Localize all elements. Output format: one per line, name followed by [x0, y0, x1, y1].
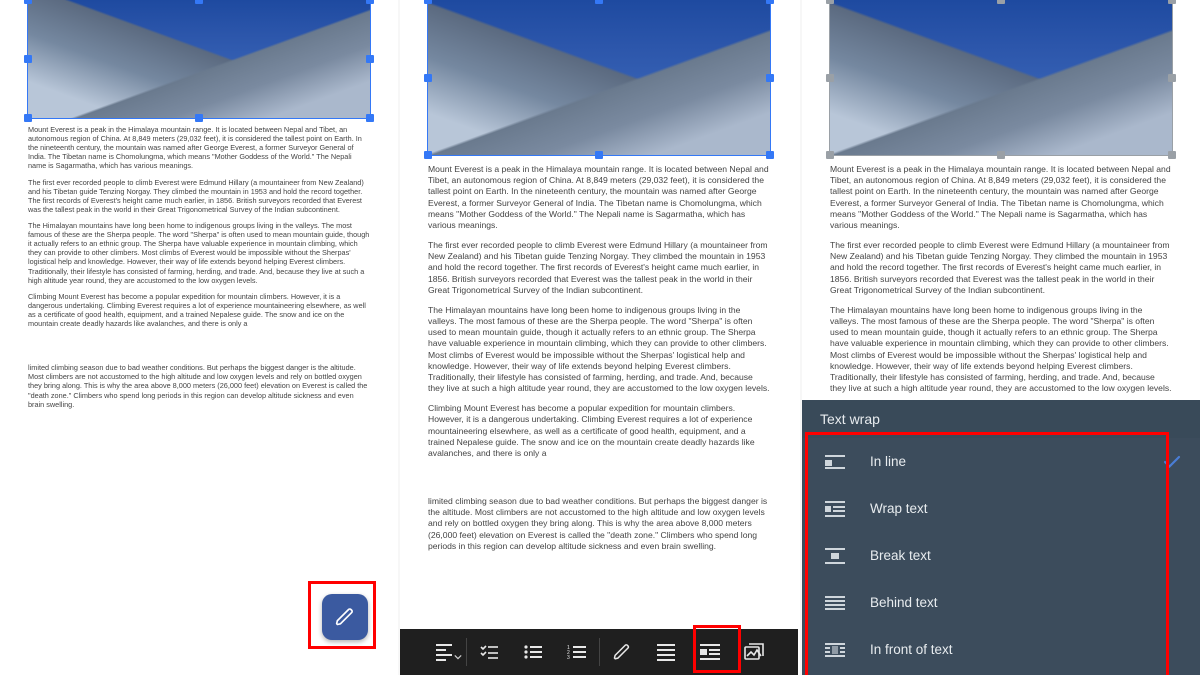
front-icon: [824, 643, 846, 657]
doc-image-mountain[interactable]: [830, 0, 1172, 155]
stacked-image-icon: [744, 643, 764, 661]
numbered-list-icon: 1 2 3: [567, 645, 587, 659]
numbered-list-button[interactable]: 1 2 3: [555, 629, 599, 675]
edit-fab[interactable]: [322, 594, 368, 640]
doc-paragraph: limited climbing season due to bad weath…: [28, 363, 370, 409]
doc-image-mountain[interactable]: [428, 0, 770, 155]
doc-paragraph: Climbing Mount Everest has become a popu…: [428, 403, 770, 459]
doc-paragraph: Mount Everest is a peak in the Himalaya …: [830, 164, 1172, 231]
doc-paragraph: The Himalayan mountains have long been h…: [830, 305, 1172, 394]
doc-paragraph: The first ever recorded people to climb …: [28, 178, 370, 214]
checklist-icon: [480, 645, 498, 659]
check-icon: [1162, 455, 1182, 469]
pencil-icon: [335, 607, 355, 627]
checklist-button[interactable]: [467, 629, 511, 675]
bullet-list-icon: [524, 645, 542, 659]
doc-paragraph: The Himalayan mountains have long been h…: [428, 305, 770, 394]
doc-image-mountain[interactable]: [28, 0, 370, 118]
line-spacing-button[interactable]: [644, 629, 688, 675]
behind-icon: [824, 596, 846, 610]
doc-paragraph: The first ever recorded people to climb …: [428, 240, 770, 296]
pencil-icon: [613, 643, 631, 661]
text-wrap-option-front[interactable]: In front of text: [802, 626, 1200, 673]
format-toolbar: 1 2 3: [400, 629, 798, 675]
text-wrap-option-inline[interactable]: In line: [802, 438, 1200, 485]
doc-paragraph: Climbing Mount Everest has become a popu…: [28, 292, 370, 328]
ink-button[interactable]: [600, 629, 644, 675]
text-wrap-option-behind[interactable]: Behind text: [802, 579, 1200, 626]
doc-paragraph: The Himalayan mountains have long been h…: [28, 221, 370, 285]
bulleted-list-button[interactable]: [511, 629, 555, 675]
text-wrap-option-break[interactable]: Break text: [802, 532, 1200, 579]
option-label: Break text: [870, 548, 1138, 563]
svg-text:3: 3: [567, 655, 570, 659]
doc-paragraph: Mount Everest is a peak in the Himalaya …: [28, 125, 370, 171]
option-label: In line: [870, 454, 1138, 469]
text-wrap-panel: Text wrap In line: [802, 400, 1200, 675]
chevron-down-icon: [454, 653, 462, 661]
option-label: In front of text: [870, 642, 1138, 657]
option-label: Wrap text: [870, 501, 1138, 516]
image-options-button[interactable]: [732, 629, 776, 675]
text-wrap-icon: [700, 644, 720, 660]
doc-paragraph: The first ever recorded people to climb …: [830, 240, 1172, 296]
option-label: Behind text: [870, 595, 1138, 610]
doc-paragraph: Mount Everest is a peak in the Himalaya …: [428, 164, 770, 231]
panel-title: Text wrap: [802, 400, 1200, 438]
doc-paragraph: limited climbing season due to bad weath…: [428, 496, 770, 552]
align-button[interactable]: [422, 629, 466, 675]
inline-icon: [824, 455, 846, 469]
text-wrap-option-wrap[interactable]: Wrap text: [802, 485, 1200, 532]
text-wrap-button[interactable]: [688, 629, 732, 675]
wrap-icon: [824, 501, 846, 517]
break-icon: [824, 548, 846, 564]
